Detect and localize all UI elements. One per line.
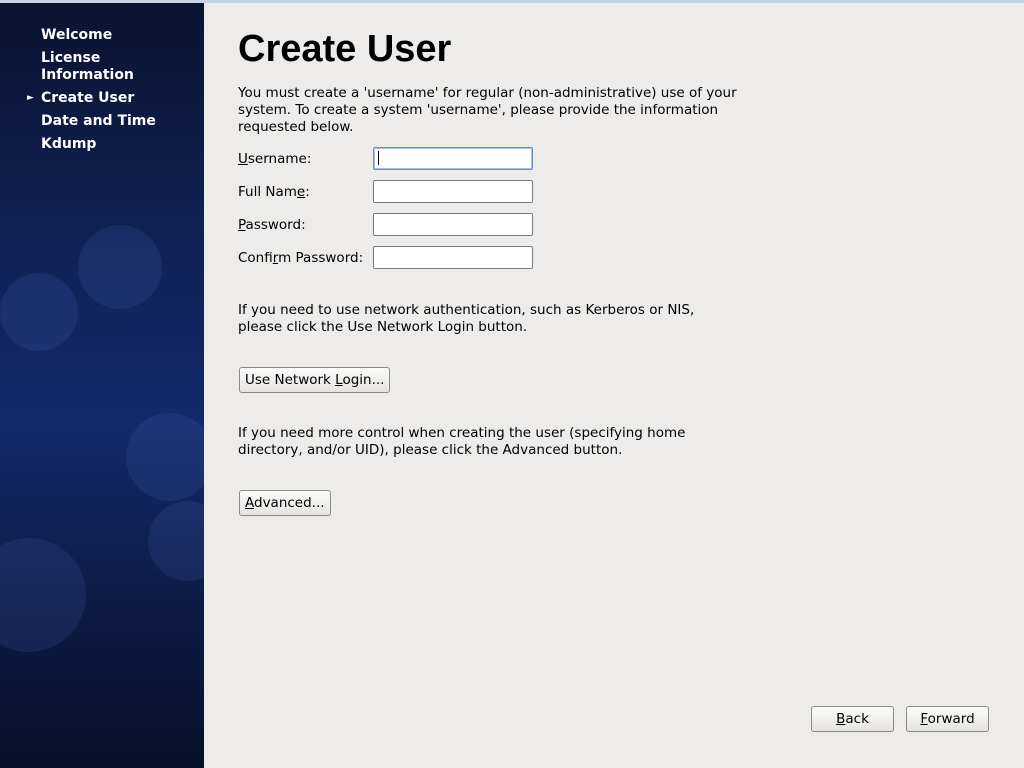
step-date-and-time: Date and Time [41,113,181,130]
step-license-information: License Information [41,50,181,84]
label-part: assword: [245,217,306,233]
intro-text: You must create a 'username' for regular… [238,85,737,135]
fullname-row: Full Name: [238,180,538,205]
button-label-part: ogin... [342,372,385,388]
sidebar: Welcome License Information ► Create User… [0,3,204,768]
steps-list: Welcome License Information ► Create User… [27,27,181,159]
decorative-bubble [78,225,162,309]
mnemonic-key: F [920,711,928,727]
page-title: Create User [238,28,452,70]
button-label-part: orward [927,711,975,727]
password-input[interactable] [373,213,533,236]
step-label: Welcome [41,27,113,43]
confirm-password-label: Confirm Password: [238,250,363,266]
step-label: Create User [41,90,135,106]
step-welcome: Welcome [41,27,181,44]
button-label-part: dvanced... [254,495,325,511]
step-label: License Information [41,50,134,83]
mnemonic-key: B [836,711,846,727]
text-cursor [378,151,379,165]
fullname-input[interactable] [373,180,533,203]
step-create-user: ► Create User [27,90,181,107]
username-label: Username: [238,151,311,167]
step-label: Date and Time [41,113,156,129]
mnemonic-key: A [245,495,254,511]
label-part: : [305,184,310,200]
password-row: Password: [238,213,538,238]
label-part: m Password: [278,250,364,266]
label-part: sername: [247,151,312,167]
decorative-bubble [0,273,78,351]
mnemonic-key: P [238,217,246,233]
decorative-bubble [0,538,86,652]
network-login-text: If you need to use network authenticatio… [238,302,695,335]
use-network-login-button[interactable]: Use Network Login... [239,367,391,393]
step-kdump: Kdump [41,136,181,153]
back-button[interactable]: Back [811,706,894,732]
confirm-password-input[interactable] [373,246,533,269]
advanced-text: If you need more control when creating t… [238,425,686,458]
password-label: Password: [238,217,306,233]
username-input[interactable] [373,147,533,170]
decorative-bubble [148,501,204,581]
step-label: Kdump [41,136,97,152]
main-content: Create User You must create a 'username'… [238,0,998,768]
fullname-label: Full Name: [238,184,310,200]
mnemonic-key: U [238,151,248,167]
button-label-part: ack [845,711,869,727]
button-label-part: Use Network [245,372,336,388]
decorative-bubble [126,413,204,501]
forward-button[interactable]: Forward [906,706,989,732]
username-row: Username: [238,147,538,172]
label-part: Confi [238,250,273,266]
advanced-button[interactable]: Advanced... [239,490,331,516]
label-part: Full Nam [238,184,297,200]
confirm-password-row: Confirm Password: [238,246,538,271]
mnemonic-key: e [296,184,306,200]
current-step-arrow-icon: ► [27,93,34,103]
